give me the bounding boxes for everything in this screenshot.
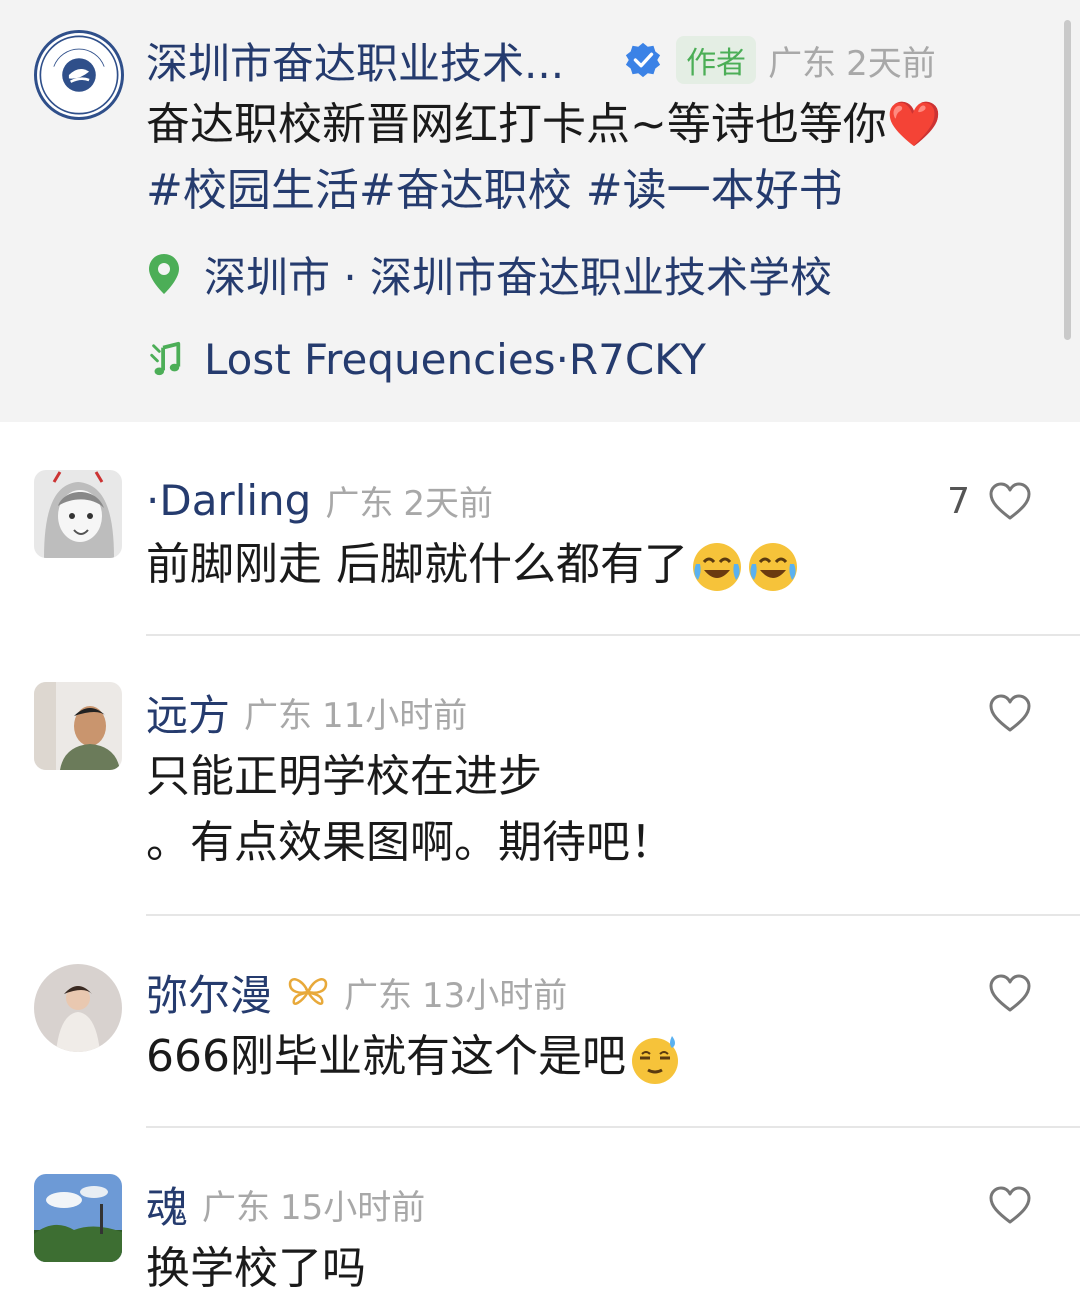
comment-text: 只能正明学校在进步 。有点效果图啊。期待吧！ (146, 744, 966, 876)
like-button[interactable]: 7 (947, 476, 1032, 526)
laughing-crying-emoji-icon (693, 543, 741, 591)
music-row[interactable]: Lost Frequencies·R7CKY (146, 330, 706, 388)
divider (146, 634, 1080, 636)
comment-text: 666刚毕业就有这个是吧 (146, 1024, 966, 1090)
location-row[interactable]: 深圳市 · 深圳市奋达职业技术学校 (146, 244, 832, 304)
heart-outline-icon (989, 1186, 1031, 1224)
comment-region: 广东 (202, 1187, 271, 1228)
comment-body-line: 。有点效果图啊。期待吧！ (146, 817, 674, 868)
music-text: Lost Frequencies·R7CKY (204, 334, 706, 384)
heart-outline-icon (989, 974, 1031, 1012)
location-text: 深圳市 · 深圳市奋达职业技术学校 (204, 252, 833, 302)
commenter-avatar[interactable] (34, 1174, 122, 1262)
comment-time: 13小时前 (422, 975, 568, 1016)
music-note-icon (150, 341, 181, 376)
commenter-name[interactable]: 魂 (146, 1174, 188, 1235)
sweat-smile-emoji-icon (631, 1036, 678, 1084)
commenter-name[interactable]: 远方 (146, 682, 230, 743)
commenter-avatar[interactable] (34, 470, 122, 558)
photo-avatar-icon (34, 964, 122, 1052)
fenda-logo-icon (39, 35, 119, 115)
heart-outline-icon (989, 694, 1031, 732)
laughing-crying-emoji-icon (749, 543, 797, 591)
post-body: 奋达职校新晋网红打卡点~等诗也等你 (146, 99, 887, 150)
divider (146, 914, 1080, 916)
like-button[interactable] (988, 1180, 1032, 1230)
post-text: 奋达职校新晋网红打卡点~等诗也等你❤️ #校园生活#奋达职校 #读一本好书 (146, 92, 1046, 224)
original-post: 深圳市奋达职业技术... 作者 广东 2天前 奋达职校新晋网红打卡点~等诗也等你… (0, 0, 1080, 422)
comment-body: 666刚毕业就有这个是吧 (146, 1031, 626, 1082)
commenter-name[interactable]: ·Darling (146, 476, 311, 525)
like-button[interactable] (988, 968, 1032, 1018)
author-tag: 作者 (676, 36, 757, 84)
comment-region: 广东 (244, 695, 313, 736)
comment-item: 弥尔漫 广东 13小时前 666刚毕业就有这个是吧 (0, 962, 1080, 1112)
like-button[interactable] (988, 688, 1032, 738)
post-time: 2天前 (846, 43, 936, 84)
verified-badge-icon (625, 42, 661, 78)
comment-text: 换学校了吗 (146, 1236, 966, 1291)
post-header: 深圳市奋达职业技术... 作者 广东 2天前 (146, 32, 1034, 88)
comment-time: 15小时前 (280, 1187, 426, 1228)
comment-time: 2天前 (403, 483, 493, 524)
comment-region: 广东 (325, 483, 394, 524)
comment-header: 魂 广东 15小时前 (146, 1174, 425, 1234)
comment-header: 远方 广东 11小时前 (146, 682, 467, 742)
butterfly-badge-icon (288, 978, 328, 1005)
anime-avatar-icon (34, 470, 122, 558)
comment-item: 魂 广东 15小时前 换学校了吗 (0, 1174, 1080, 1291)
heart-emoji-icon: ❤️ (886, 99, 942, 150)
like-count: 7 (947, 480, 970, 522)
comment-text: 前脚刚走 后脚就什么都有了 (146, 532, 966, 598)
post-hashtags[interactable]: #校园生活#奋达职校 #读一本好书 (146, 158, 1046, 224)
commenter-avatar[interactable] (34, 964, 122, 1052)
comment-item: ·Darling 广东 2天前 前脚刚走 后脚就什么都有了 7 (0, 470, 1080, 630)
commenter-avatar[interactable] (34, 682, 122, 770)
location-pin-icon (149, 254, 179, 294)
author-name[interactable]: 深圳市奋达职业技术... (146, 30, 564, 91)
comment-body: 前脚刚走 后脚就什么都有了 (146, 539, 688, 590)
comment-header: 弥尔漫 广东 13小时前 (146, 962, 567, 1022)
heart-outline-icon (989, 482, 1031, 520)
comment-time: 11小时前 (322, 695, 468, 736)
photo-avatar-icon (34, 1174, 122, 1262)
post-region: 广东 (768, 43, 837, 84)
author-avatar[interactable] (34, 30, 124, 120)
comment-item: 远方 广东 11小时前 只能正明学校在进步 。有点效果图啊。期待吧！ (0, 682, 1080, 902)
scrollbar[interactable] (1064, 20, 1071, 340)
comment-region: 广东 (344, 975, 413, 1016)
commenter-name[interactable]: 弥尔漫 (146, 962, 272, 1023)
comment-header: ·Darling 广东 2天前 (146, 470, 493, 530)
comment-body-line: 只能正明学校在进步 (146, 751, 542, 802)
photo-avatar-icon (34, 682, 122, 770)
divider (146, 1126, 1080, 1128)
comment-body: 换学校了吗 (146, 1243, 366, 1291)
